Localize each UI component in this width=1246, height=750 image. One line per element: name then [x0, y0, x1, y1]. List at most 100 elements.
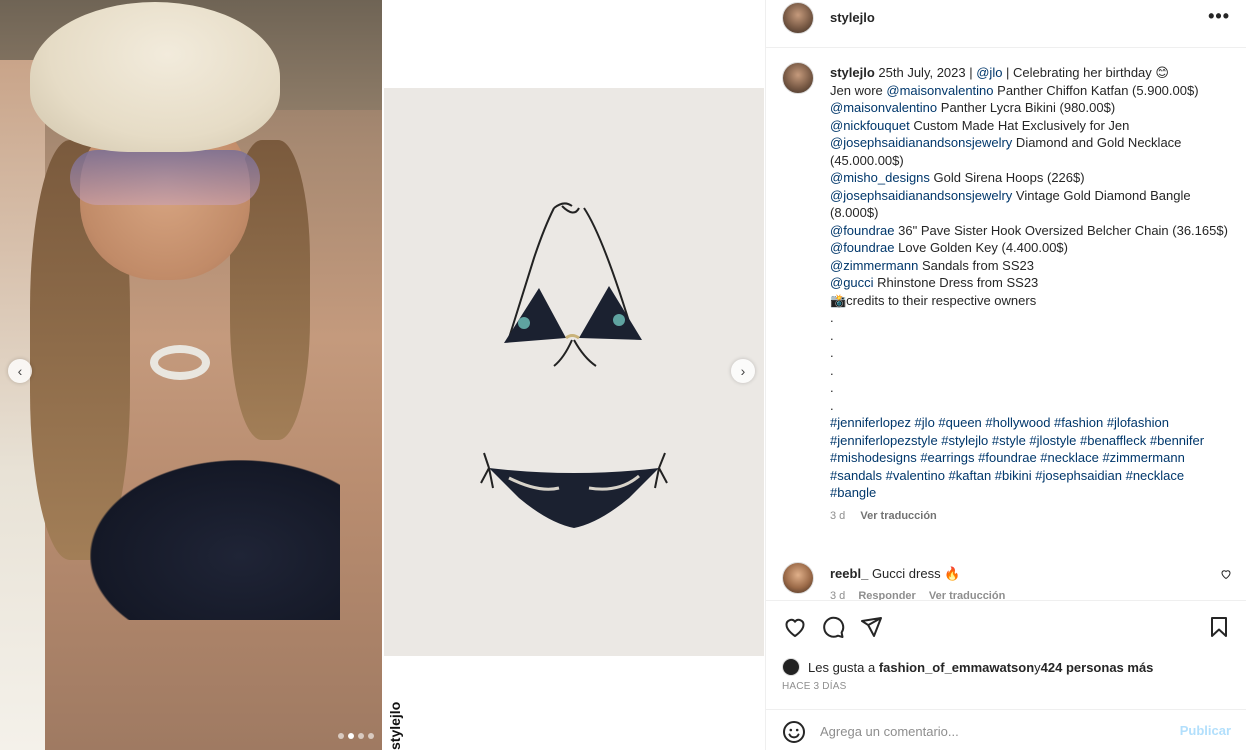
photo-bikini-top — [90, 460, 340, 620]
caption-line-prefix: Jen wore — [830, 82, 887, 98]
caption-line-text: Gold Sirena Hoops (226$) — [929, 170, 1085, 185]
share-button[interactable] — [858, 614, 884, 640]
likes-prefix: Les gusta a — [808, 659, 876, 675]
chevron-left-icon: ‹ — [17, 363, 23, 379]
caption-credit-line: @gucci Rhinstone Dress from SS23 — [830, 274, 1230, 292]
caption-body: stylejlo 25th July, 2023 | @jlo | Celebr… — [830, 64, 1230, 525]
comment-body: reebl_ Gucci dress 🔥 — [830, 565, 960, 582]
caption-avatar[interactable] — [782, 62, 814, 94]
product-image-bikini — [384, 88, 764, 656]
caption-credit-line: @misho_designs Gold Sirena Hoops (226$) — [830, 169, 1230, 187]
caption-mention[interactable]: @foundrae — [830, 240, 895, 255]
caption-first-line: stylejlo 25th July, 2023 | @jlo | Celebr… — [830, 64, 1230, 82]
caption-credit-line: Jen wore @maisonvalentino Panther Chiffo… — [830, 82, 1230, 100]
commenter-username[interactable]: reebl_ — [830, 566, 868, 581]
caption-line-text: Panther Chiffon Katfan (5.900.00$) — [993, 82, 1199, 98]
heart-icon — [785, 618, 805, 638]
photo-jlo — [0, 0, 382, 750]
caption-mention[interactable]: @nickfouquet — [830, 118, 910, 133]
caption-translate-link[interactable]: Ver traducción — [860, 510, 936, 522]
photo-sunglasses — [70, 150, 260, 205]
caption-dot-line: . — [830, 327, 834, 343]
publish-comment-button[interactable]: Publicar — [1180, 723, 1231, 738]
like-button[interactable] — [782, 614, 808, 640]
comment-time: 3 d — [830, 590, 846, 600]
paper-plane-icon — [861, 617, 882, 637]
caption-mention[interactable]: @gucci — [830, 275, 874, 290]
liker-username[interactable]: fashion_of_emmawatson — [879, 660, 1034, 675]
caption-mention[interactable]: @maisonvalentino — [886, 83, 993, 98]
more-options-icon[interactable]: ••• — [1208, 6, 1230, 27]
caption-credit-line: @foundrae Love Golden Key (4.400.00$) — [830, 239, 1230, 257]
comment-text: Gucci dress 🔥 — [871, 566, 961, 581]
chevron-right-icon: › — [740, 363, 746, 379]
caption-credit-line: @nickfouquet Custom Made Hat Exclusively… — [830, 117, 1230, 135]
caption-birthday: | Celebrating her birthday 😊 — [1002, 65, 1169, 80]
caption-credit-line: @josephsaidianandsonsjewelry Diamond and… — [830, 134, 1230, 169]
comment-like-icon[interactable] — [1220, 568, 1232, 583]
caption-line-text: Love Golden Key (4.400.00$) — [894, 240, 1068, 255]
post-header: stylejlo ••• — [766, 0, 1246, 36]
photo-necklace — [150, 345, 210, 380]
caption-credit-lines: Jen wore @maisonvalentino Panther Chiffo… — [830, 82, 1230, 292]
caption-date: 25th July, 2023 | — [874, 65, 977, 80]
caption-credit-line: @foundrae 36" Pave Sister Hook Oversized… — [830, 222, 1230, 240]
caption-dots: ...... — [830, 309, 1230, 414]
caption-mention[interactable]: @josephsaidianandsonsjewelry — [830, 135, 1012, 150]
caption-mention[interactable]: @maisonvalentino — [830, 100, 937, 115]
caption-time: 3 d — [830, 509, 846, 522]
caption-hashtags[interactable]: #jenniferlopez #jlo #queen #hollywood #f… — [830, 414, 1230, 502]
caption-dot-line: . — [830, 345, 834, 360]
bikini-bottom-graphic — [480, 452, 668, 528]
likes-count[interactable]: 424 personas más — [1041, 660, 1154, 675]
carousel-dot-active — [348, 733, 354, 739]
caption-username[interactable]: stylejlo — [830, 65, 875, 80]
caption-credit-line: @josephsaidianandsonsjewelry Vintage Gol… — [830, 187, 1230, 222]
post-side-panel: stylejlo ••• stylejlo 25th July, 2023 | … — [765, 0, 1246, 750]
caption-mention[interactable]: @zimmermann — [830, 258, 918, 273]
caption-mention[interactable]: @josephsaidianandsonsjewelry — [830, 188, 1012, 203]
caption-credit-line: @zimmermann Sandals from SS23 — [830, 257, 1230, 275]
caption-dot-line: . — [830, 362, 834, 378]
add-comment-bar: Publicar — [766, 709, 1246, 750]
caption-line-text: Sandals from SS23 — [918, 257, 1034, 273]
caption-line-text: 36" Pave Sister Hook Oversized Belcher C… — [894, 222, 1228, 238]
mention-jlo[interactable]: @jlo — [976, 65, 1002, 80]
liker-avatar[interactable] — [782, 658, 800, 676]
speech-bubble-icon — [823, 616, 845, 638]
caption-dot-line: . — [830, 310, 834, 325]
caption-dot-line: . — [830, 397, 834, 413]
caption-mention[interactable]: @foundrae — [830, 223, 895, 238]
photo-hat — [30, 2, 280, 152]
bookmark-icon — [1211, 617, 1227, 637]
watermark-stylejlo: stylejlo — [387, 701, 403, 750]
post-date: HACE 3 DÍAS — [782, 681, 847, 692]
carousel-next-button[interactable]: › — [731, 359, 755, 383]
comment-input[interactable] — [820, 718, 1180, 744]
caption-dot-line: . — [830, 380, 834, 395]
post-media: ‹ › stylejlo — [0, 0, 765, 750]
caption-meta: 3 d Ver traducción — [830, 508, 1230, 526]
author-username[interactable]: stylejlo — [830, 10, 875, 25]
commenter-avatar[interactable] — [782, 562, 814, 594]
likes-summary: Les gusta a fashion_of_emmawatson y 424 … — [782, 657, 1232, 677]
smiley-icon — [783, 721, 805, 743]
emoji-button[interactable] — [782, 720, 806, 744]
heart-icon — [1221, 570, 1231, 580]
caption-line-text: Custom Made Hat Exclusively for Jen — [909, 117, 1130, 133]
caption-line-text: Rhinstone Dress from SS23 — [873, 275, 1039, 290]
save-button[interactable] — [1206, 614, 1232, 640]
bikini-top-graphic — [504, 202, 642, 367]
caption-mention[interactable]: @misho_designs — [830, 170, 930, 185]
caption-credits-note: 📸credits to their respective owners — [830, 292, 1037, 308]
caption-credit-line: @maisonvalentino Panther Lycra Bikini (9… — [830, 99, 1230, 117]
author-avatar[interactable] — [782, 2, 814, 34]
actions-divider — [766, 600, 1246, 601]
comment-meta: 3 d Responder Ver traducción — [830, 590, 1005, 600]
post-actions — [782, 614, 1232, 642]
carousel-dot — [368, 733, 374, 739]
carousel-prev-button[interactable]: ‹ — [8, 359, 32, 383]
comment-reply-link[interactable]: Responder — [858, 590, 915, 600]
comment-translate-link[interactable]: Ver traducción — [929, 590, 1005, 600]
comment-button[interactable] — [820, 614, 846, 640]
